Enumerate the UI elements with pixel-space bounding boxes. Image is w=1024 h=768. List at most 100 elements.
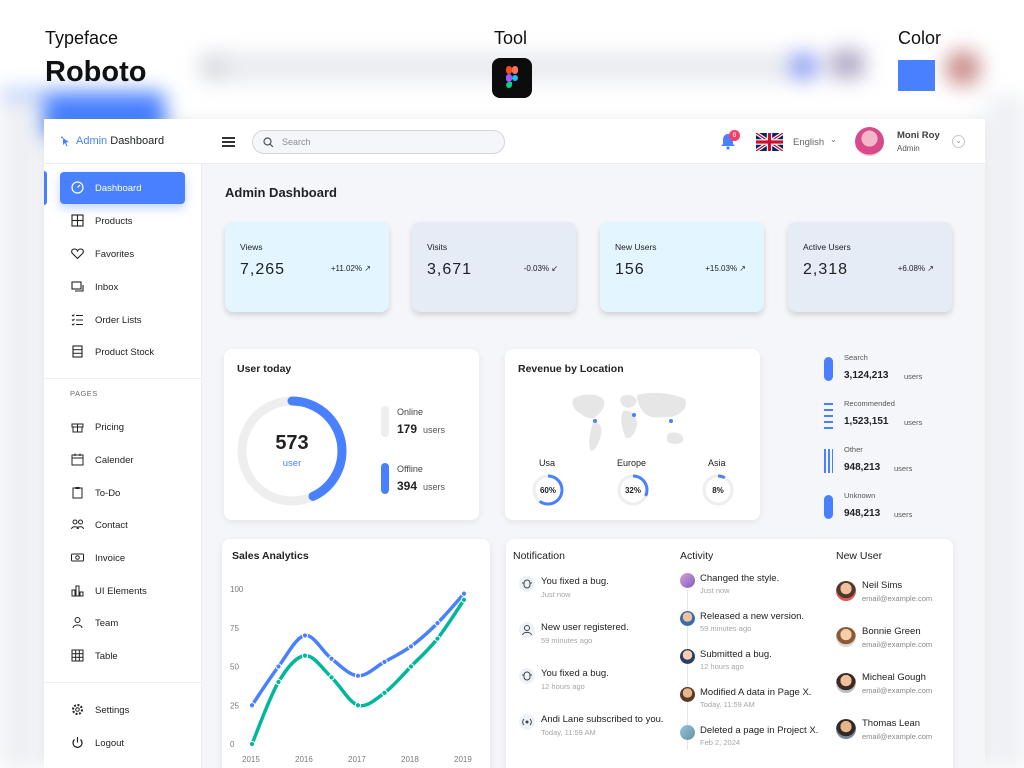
- series-line-0: [250, 591, 466, 707]
- invoice-icon: [71, 553, 84, 562]
- change-label: +6.08% ↗: [897, 264, 934, 273]
- source-bar-recommended: [824, 403, 833, 429]
- table-icon: [71, 649, 84, 662]
- sidebar: Dashboard Products Favorites Inbox Order…: [44, 164, 202, 768]
- hamburger-menu-icon[interactable]: [222, 137, 235, 147]
- logo-icon: [61, 136, 69, 147]
- avatar[interactable]: [836, 719, 856, 739]
- data-point: [460, 596, 468, 603]
- gift-icon: [71, 423, 84, 433]
- data-point: [381, 689, 388, 696]
- broadcast-icon: [519, 714, 535, 730]
- active-indicator: [44, 171, 47, 205]
- page-title: Admin Dashboard: [225, 185, 337, 200]
- user-icon: [519, 622, 535, 638]
- list-check-icon: [71, 314, 83, 326]
- user-today-card: User today 573 user Online 179 users Off…: [224, 349, 479, 520]
- user-total: 573: [275, 432, 309, 454]
- data-point: [328, 655, 335, 662]
- data-point: [301, 632, 309, 639]
- language-select[interactable]: English: [793, 137, 824, 148]
- typeface-label: Typeface: [45, 28, 119, 48]
- top-header: Admin Dashboard Search 6 English ⌄ Moni …: [44, 119, 985, 164]
- chart-bars-icon: [71, 585, 84, 597]
- activity-avatar: [680, 611, 695, 626]
- sidebar-item-products[interactable]: Products: [60, 205, 185, 237]
- sidebar-item-logout[interactable]: Logout: [60, 727, 185, 759]
- activity-avatar: [680, 725, 695, 740]
- data-point: [407, 663, 415, 670]
- stock-icon: [72, 345, 83, 358]
- change-label: +11.02% ↗: [330, 264, 371, 273]
- x-tick-label: 2015: [242, 755, 260, 764]
- avatar[interactable]: [836, 627, 856, 647]
- trend-up-icon: ↗: [927, 264, 934, 273]
- sidebar-item-to-do[interactable]: To-Do: [60, 477, 185, 509]
- sidebar-item-settings[interactable]: Settings: [60, 694, 185, 726]
- sidebar-item-calender[interactable]: Calender: [60, 444, 185, 476]
- trend-down-icon: ↙: [551, 264, 558, 273]
- power-icon: [72, 737, 83, 748]
- world-map-icon: [572, 392, 687, 451]
- sales-analytics-card: Sales Analytics 0 25 50 75 100 2015 2016 2017 20…: [222, 539, 490, 768]
- sidebar-item-inbox[interactable]: Inbox: [60, 271, 185, 303]
- avatar[interactable]: [855, 127, 884, 156]
- user-name: Moni Roy: [897, 130, 940, 141]
- color-swatch: [898, 60, 935, 91]
- user-total-label: user: [282, 458, 302, 469]
- user-icon: [72, 617, 83, 629]
- x-tick-label: 2016: [295, 755, 313, 764]
- sales-line-chart: 0 25 50 75 100 2015 2016 2017 2018 2019: [230, 585, 472, 764]
- sidebar-item-contact[interactable]: Contact: [60, 509, 185, 541]
- stat-card-active-users: Active Users 2,318 +6.08% ↗: [788, 222, 952, 312]
- profile-dropdown-icon[interactable]: ⌄: [952, 135, 965, 148]
- bug-icon: [519, 668, 535, 684]
- typeface-name: Roboto: [45, 56, 147, 88]
- y-tick-label: 75: [230, 624, 239, 633]
- source-bar-search: [824, 357, 833, 381]
- data-point: [460, 590, 468, 597]
- uk-flag-icon[interactable]: [756, 133, 783, 151]
- color-label: Color: [898, 28, 942, 48]
- y-tick-label: 0: [230, 740, 235, 749]
- chevron-down-icon[interactable]: ⌄: [830, 135, 837, 144]
- feed-card: Notification Activity New User You fixed…: [506, 539, 953, 768]
- avatar[interactable]: [836, 581, 856, 601]
- sidebar-item-team[interactable]: Team: [60, 607, 185, 639]
- y-tick-label: 100: [230, 585, 244, 594]
- clipboard-icon: [72, 487, 83, 499]
- dashboard-window: Admin Dashboard Search 6 English ⌄ Moni …: [44, 119, 985, 768]
- sidebar-item-order-lists[interactable]: Order Lists: [60, 304, 185, 336]
- tool-label: Tool: [494, 28, 528, 48]
- sidebar-item-favorites[interactable]: Favorites: [60, 238, 185, 270]
- revenue-location-card: Revenue by Location Usa Europe Asia 60% …: [505, 349, 760, 520]
- sidebar-item-invoice[interactable]: Invoice: [60, 542, 185, 574]
- sidebar-item-dashboard[interactable]: Dashboard: [60, 172, 185, 204]
- data-point: [354, 672, 362, 679]
- app-logo[interactable]: Admin Dashboard: [76, 135, 164, 147]
- sidebar-item-pricing[interactable]: Pricing: [60, 411, 185, 443]
- y-tick-label: 50: [230, 663, 239, 672]
- stat-card-visits: Visits 3,671 -0.03% ↙: [412, 222, 576, 312]
- series-line-1: [250, 598, 466, 746]
- trend-up-icon: ↗: [739, 264, 746, 273]
- data-point: [381, 658, 388, 665]
- sidebar-item-product-stock[interactable]: Product Stock: [60, 336, 185, 368]
- x-tick-label: 2017: [348, 755, 366, 764]
- user-role: Admin: [897, 144, 920, 153]
- search-input[interactable]: Search: [252, 130, 505, 154]
- avatar[interactable]: [836, 673, 856, 693]
- grid-icon: [71, 214, 84, 227]
- offline-bar: [381, 463, 389, 494]
- sidebar-item-table[interactable]: Table: [60, 640, 185, 672]
- activity-avatar: [680, 649, 695, 664]
- notification-badge: 6: [729, 130, 740, 141]
- sidebar-item-ui-elements[interactable]: UI Elements: [60, 575, 185, 607]
- source-bar-other: [824, 449, 833, 473]
- x-tick-label: 2019: [454, 755, 472, 764]
- data-point: [275, 663, 282, 670]
- sidebar-divider: [44, 682, 202, 683]
- data-point: [434, 635, 441, 642]
- inbox-icon: [71, 281, 84, 292]
- change-label: -0.03% ↙: [523, 264, 558, 273]
